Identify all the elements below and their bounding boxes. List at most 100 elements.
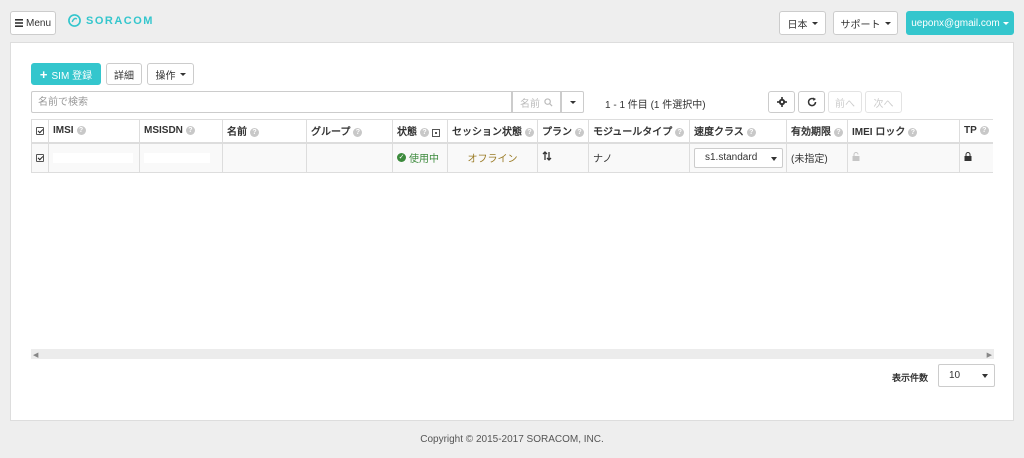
help-icon[interactable]: ? bbox=[979, 126, 989, 136]
language-dropdown[interactable]: 日本 bbox=[779, 11, 826, 35]
register-sim-button[interactable]: + SIM 登録 bbox=[31, 63, 101, 85]
details-label: 詳細 bbox=[114, 70, 134, 82]
session-value: オフライン bbox=[467, 154, 518, 166]
sim-management-panel: + SIM 登録 詳細 操作 名前 1 - 1 件目 (1 件選択中) 前へ 次… bbox=[10, 42, 1014, 421]
expiry-value: (未指定) bbox=[791, 154, 828, 166]
imsi-cell bbox=[48, 142, 140, 173]
column-header-expiry[interactable]: 有効期限? bbox=[786, 119, 848, 144]
search-field-label: 名前 bbox=[520, 98, 540, 110]
lock-icon[interactable] bbox=[964, 151, 972, 161]
help-icon[interactable]: ? bbox=[185, 126, 195, 136]
column-header-plan[interactable]: プラン? bbox=[537, 119, 589, 144]
help-icon[interactable]: ? bbox=[250, 128, 259, 138]
gear-icon bbox=[776, 97, 787, 107]
details-button[interactable]: 詳細 bbox=[106, 63, 142, 85]
column-header-group[interactable]: グループ? bbox=[306, 119, 393, 144]
help-icon[interactable]: ? bbox=[575, 128, 584, 138]
column-header-msisdn[interactable]: MSISDN? bbox=[139, 119, 223, 144]
column-label: プラン bbox=[542, 127, 572, 139]
session-cell: オフライン bbox=[447, 142, 538, 173]
caret-down-icon bbox=[811, 21, 818, 25]
help-icon[interactable]: ? bbox=[908, 128, 918, 138]
plan-cell bbox=[537, 142, 589, 173]
column-label: 名前 bbox=[227, 127, 247, 139]
column-header-session[interactable]: セッション状態? bbox=[447, 119, 538, 144]
operations-dropdown[interactable]: 操作 bbox=[147, 63, 194, 85]
support-label: サポート bbox=[840, 19, 881, 31]
status-value: 使用中 bbox=[409, 154, 439, 166]
select-arrow-icon bbox=[771, 156, 777, 161]
soracom-logo-icon bbox=[68, 14, 81, 27]
scroll-right-icon[interactable]: ▶ bbox=[987, 351, 992, 359]
caret-down-icon bbox=[569, 100, 576, 104]
column-label: 速度クラス bbox=[694, 127, 744, 139]
sort-arrows-icon bbox=[542, 151, 552, 162]
hamburger-icon bbox=[14, 19, 23, 27]
next-page-button[interactable]: 次へ bbox=[865, 91, 902, 113]
column-header-imei-lock[interactable]: IMEI ロック? bbox=[847, 119, 960, 144]
status-cell: ✓ 使用中 bbox=[392, 142, 448, 173]
refresh-button[interactable] bbox=[798, 91, 825, 113]
help-icon[interactable]: ? bbox=[76, 126, 86, 136]
search-field-button[interactable]: 名前 bbox=[512, 91, 561, 113]
sim-table-container: IMSI? MSISDN? 名前? グループ? 状態? セッション状態? プラン… bbox=[31, 119, 993, 173]
column-label: IMSI bbox=[53, 125, 74, 137]
status-badge: ✓ 使用中 bbox=[397, 150, 439, 165]
check-circle-icon: ✓ bbox=[397, 153, 406, 163]
soracom-logo[interactable]: SORACOM bbox=[68, 14, 154, 27]
help-icon[interactable]: ? bbox=[420, 128, 429, 138]
scroll-left-icon[interactable]: ◀ bbox=[33, 351, 38, 359]
group-cell bbox=[306, 142, 393, 173]
footer-copyright: Copyright © 2015-2017 SORACOM, INC. bbox=[420, 434, 604, 445]
support-dropdown[interactable]: サポート bbox=[833, 11, 898, 35]
menu-button[interactable]: Menu bbox=[10, 11, 56, 35]
imei-lock-cell bbox=[847, 142, 960, 173]
column-header-module-type[interactable]: モジュールタイプ? bbox=[588, 119, 690, 144]
caret-down-icon bbox=[1002, 21, 1009, 25]
speed-class-cell: s1.standard bbox=[689, 142, 787, 173]
row-select-cell[interactable] bbox=[31, 142, 49, 173]
name-cell bbox=[222, 142, 307, 173]
redacted-msisdn bbox=[144, 152, 210, 163]
result-count: 1 - 1 件目 (1 件選択中) bbox=[605, 100, 706, 111]
msisdn-cell bbox=[139, 142, 223, 173]
table-row[interactable]: ✓ 使用中 オフライン ナノ s1.standard (未指定) bbox=[31, 142, 993, 173]
search-input[interactable] bbox=[31, 91, 512, 113]
status-filter-icon[interactable] bbox=[432, 128, 440, 137]
unlocked-lock-icon[interactable] bbox=[852, 151, 860, 161]
column-label: 有効期限 bbox=[791, 127, 831, 139]
speed-class-select[interactable]: s1.standard bbox=[694, 147, 783, 168]
select-arrow-icon bbox=[982, 374, 988, 378]
user-account-dropdown[interactable]: ueponx@gmail.com bbox=[906, 11, 1014, 35]
help-icon[interactable]: ? bbox=[675, 128, 685, 138]
horizontal-scrollbar[interactable]: ◀ ▶ bbox=[31, 349, 994, 359]
column-header-speed-class[interactable]: 速度クラス? bbox=[689, 119, 787, 144]
select-all-checkbox[interactable] bbox=[36, 126, 44, 135]
column-label: グループ bbox=[311, 127, 351, 139]
operations-label: 操作 bbox=[155, 70, 176, 82]
column-header-imsi[interactable]: IMSI? bbox=[48, 119, 140, 144]
logo-text: SORACOM bbox=[86, 14, 154, 27]
select-all-header[interactable] bbox=[31, 119, 49, 144]
search-options-dropdown[interactable] bbox=[561, 91, 584, 113]
expiry-cell: (未指定) bbox=[786, 142, 848, 173]
column-header-status[interactable]: 状態? bbox=[392, 119, 448, 144]
previous-page-button[interactable]: 前へ bbox=[828, 91, 862, 113]
per-page-select[interactable]: 10 bbox=[938, 364, 995, 387]
help-icon[interactable]: ? bbox=[746, 128, 756, 138]
menu-label: Menu bbox=[25, 17, 51, 29]
column-header-tp[interactable]: TP? bbox=[959, 119, 993, 144]
help-icon[interactable]: ? bbox=[353, 128, 363, 138]
column-label: セッション状態 bbox=[452, 127, 522, 139]
table-settings-button[interactable] bbox=[768, 91, 795, 113]
user-email: ueponx@gmail.com bbox=[911, 17, 1000, 29]
previous-page-label: 前へ bbox=[835, 98, 855, 110]
column-header-name[interactable]: 名前? bbox=[222, 119, 307, 144]
help-icon[interactable]: ? bbox=[525, 128, 534, 138]
table-header-row: IMSI? MSISDN? 名前? グループ? 状態? セッション状態? プラン… bbox=[31, 119, 993, 144]
refresh-icon bbox=[807, 97, 816, 107]
row-checkbox[interactable] bbox=[36, 153, 44, 162]
tp-cell bbox=[959, 142, 993, 173]
column-label: MSISDN bbox=[144, 125, 183, 137]
help-icon[interactable]: ? bbox=[834, 128, 843, 138]
